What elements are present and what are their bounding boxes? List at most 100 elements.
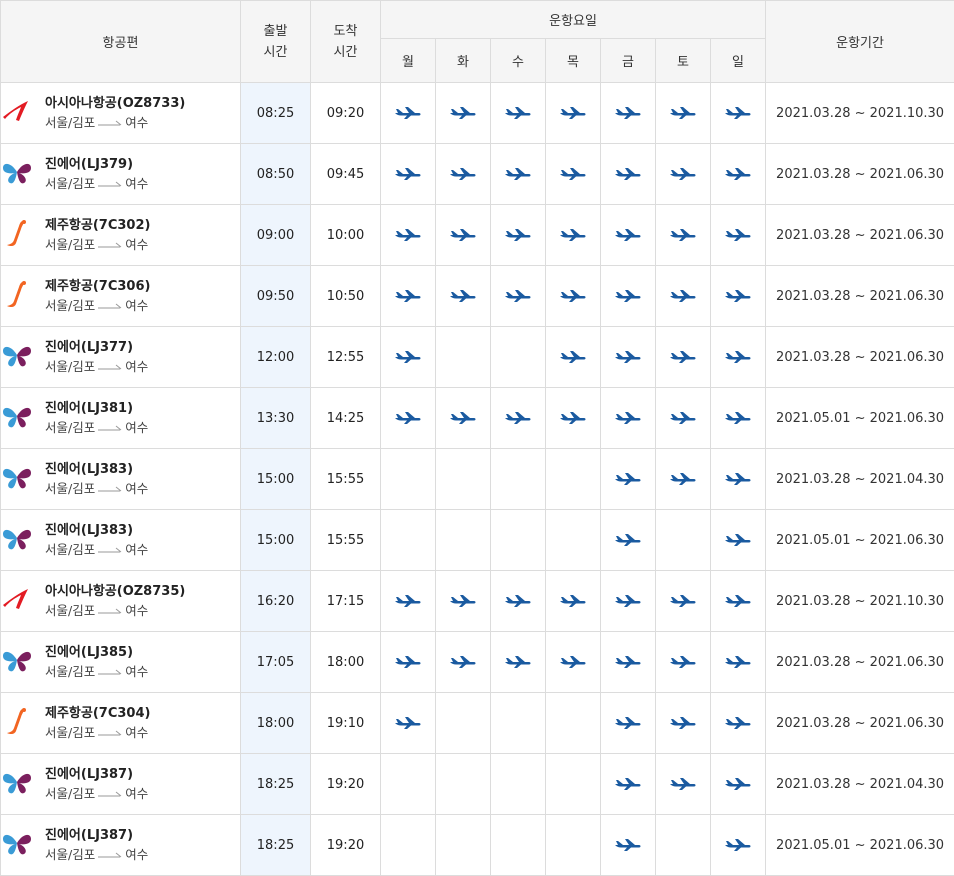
day-cell-wed [491,571,546,632]
route-origin: 서울/김포 [45,115,95,130]
airplane-icon [724,838,752,853]
day-cell-fri [601,754,656,815]
airplane-icon [724,594,752,609]
day-cell-tue [436,571,491,632]
day-cell-thu [546,266,601,327]
airplane-icon [449,167,477,182]
table-header: 항공편 출발 시간 도착 시간 운항요일 운항기간 월 화 수 목 금 토 일 [1,1,954,83]
arrival-time: 10:00 [311,205,381,266]
arrival-time: 19:20 [311,815,381,876]
arrival-time: 18:00 [311,632,381,693]
table-body: 아시아나항공(OZ8733)서울/김포여수08:2509:202021.03.2… [1,83,954,876]
operating-period: 2021.03.28 ~ 2021.10.30 [766,571,954,632]
airplane-icon [724,533,752,548]
operating-period: 2021.05.01 ~ 2021.06.30 [766,815,954,876]
airplane-icon [504,655,532,670]
airplane-icon [504,594,532,609]
table-row: 진에어(LJ387)서울/김포여수18:2519:202021.05.01 ~ … [1,815,954,876]
flight-name: 진에어(LJ383) [45,522,148,540]
departure-time: 08:25 [241,83,311,144]
day-cell-wed [491,693,546,754]
departure-time: 16:20 [241,571,311,632]
flight-cell: 아시아나항공(OZ8733)서울/김포여수 [1,83,241,144]
arrival-column-header: 도착 시간 [311,1,381,83]
airplane-icon [559,289,587,304]
operating-period: 2021.03.28 ~ 2021.04.30 [766,754,954,815]
jinair-logo-icon [1,339,45,375]
airplane-icon [394,655,422,670]
day-cell-sat [656,754,711,815]
departure-time: 18:25 [241,754,311,815]
day-cell-sun [711,388,766,449]
jejuair-logo-icon [1,705,45,741]
day-cell-mon [381,327,436,388]
operating-period: 2021.03.28 ~ 2021.06.30 [766,327,954,388]
airplane-icon [614,411,642,426]
day-cell-sun [711,571,766,632]
day-header-wed: 수 [491,39,546,83]
flight-name: 제주항공(7C302) [45,217,150,235]
table-row: 진에어(LJ377)서울/김포여수12:0012:552021.03.28 ~ … [1,327,954,388]
airplane-icon [669,350,697,365]
day-cell-tue [436,205,491,266]
route-destination: 여수 [125,481,148,496]
jinair-logo-icon [1,827,45,863]
day-header-tue: 화 [436,39,491,83]
airplane-icon [724,411,752,426]
day-cell-mon [381,754,436,815]
day-cell-sun [711,266,766,327]
day-cell-sun [711,693,766,754]
airplane-icon [724,106,752,121]
route-destination: 여수 [125,359,148,374]
day-cell-wed [491,754,546,815]
flight-name: 아시아나항공(OZ8733) [45,95,185,113]
arrow-right-icon [95,237,125,252]
airplane-icon [724,167,752,182]
airplane-icon [614,289,642,304]
departure-column-header: 출발 시간 [241,1,311,83]
departure-time: 09:50 [241,266,311,327]
day-cell-thu [546,449,601,510]
flight-route: 서울/김포여수 [45,845,148,864]
day-cell-wed [491,327,546,388]
day-cell-wed [491,266,546,327]
departure-time: 18:00 [241,693,311,754]
day-cell-mon [381,815,436,876]
day-cell-wed [491,815,546,876]
airplane-icon [504,167,532,182]
day-cell-sat [656,693,711,754]
airplane-icon [614,106,642,121]
operating-period: 2021.03.28 ~ 2021.06.30 [766,144,954,205]
arrival-time: 09:45 [311,144,381,205]
day-cell-fri [601,632,656,693]
day-header-mon: 월 [381,39,436,83]
day-cell-fri [601,388,656,449]
jinair-logo-icon [1,400,45,436]
departure-time: 08:50 [241,144,311,205]
route-origin: 서울/김포 [45,603,95,618]
flight-cell: 진에어(LJ383)서울/김포여수 [1,510,241,571]
day-cell-mon [381,693,436,754]
route-origin: 서울/김포 [45,237,95,252]
jinair-logo-icon [1,766,45,802]
operating-days-header: 운항요일 [381,1,766,39]
flight-route: 서울/김포여수 [45,723,150,742]
route-origin: 서울/김포 [45,176,95,191]
flight-name: 제주항공(7C306) [45,278,150,296]
flight-name: 진에어(LJ379) [45,156,148,174]
flight-cell: 진에어(LJ377)서울/김포여수 [1,327,241,388]
day-cell-mon [381,266,436,327]
day-cell-fri [601,144,656,205]
airplane-icon [669,594,697,609]
airplane-icon [394,716,422,731]
airplane-icon [669,777,697,792]
day-cell-wed [491,144,546,205]
day-cell-fri [601,266,656,327]
day-header-fri: 금 [601,39,656,83]
flight-name: 진에어(LJ385) [45,644,148,662]
airplane-icon [614,655,642,670]
operating-period: 2021.03.28 ~ 2021.10.30 [766,83,954,144]
airplane-icon [394,167,422,182]
day-cell-sat [656,449,711,510]
airplane-icon [559,228,587,243]
